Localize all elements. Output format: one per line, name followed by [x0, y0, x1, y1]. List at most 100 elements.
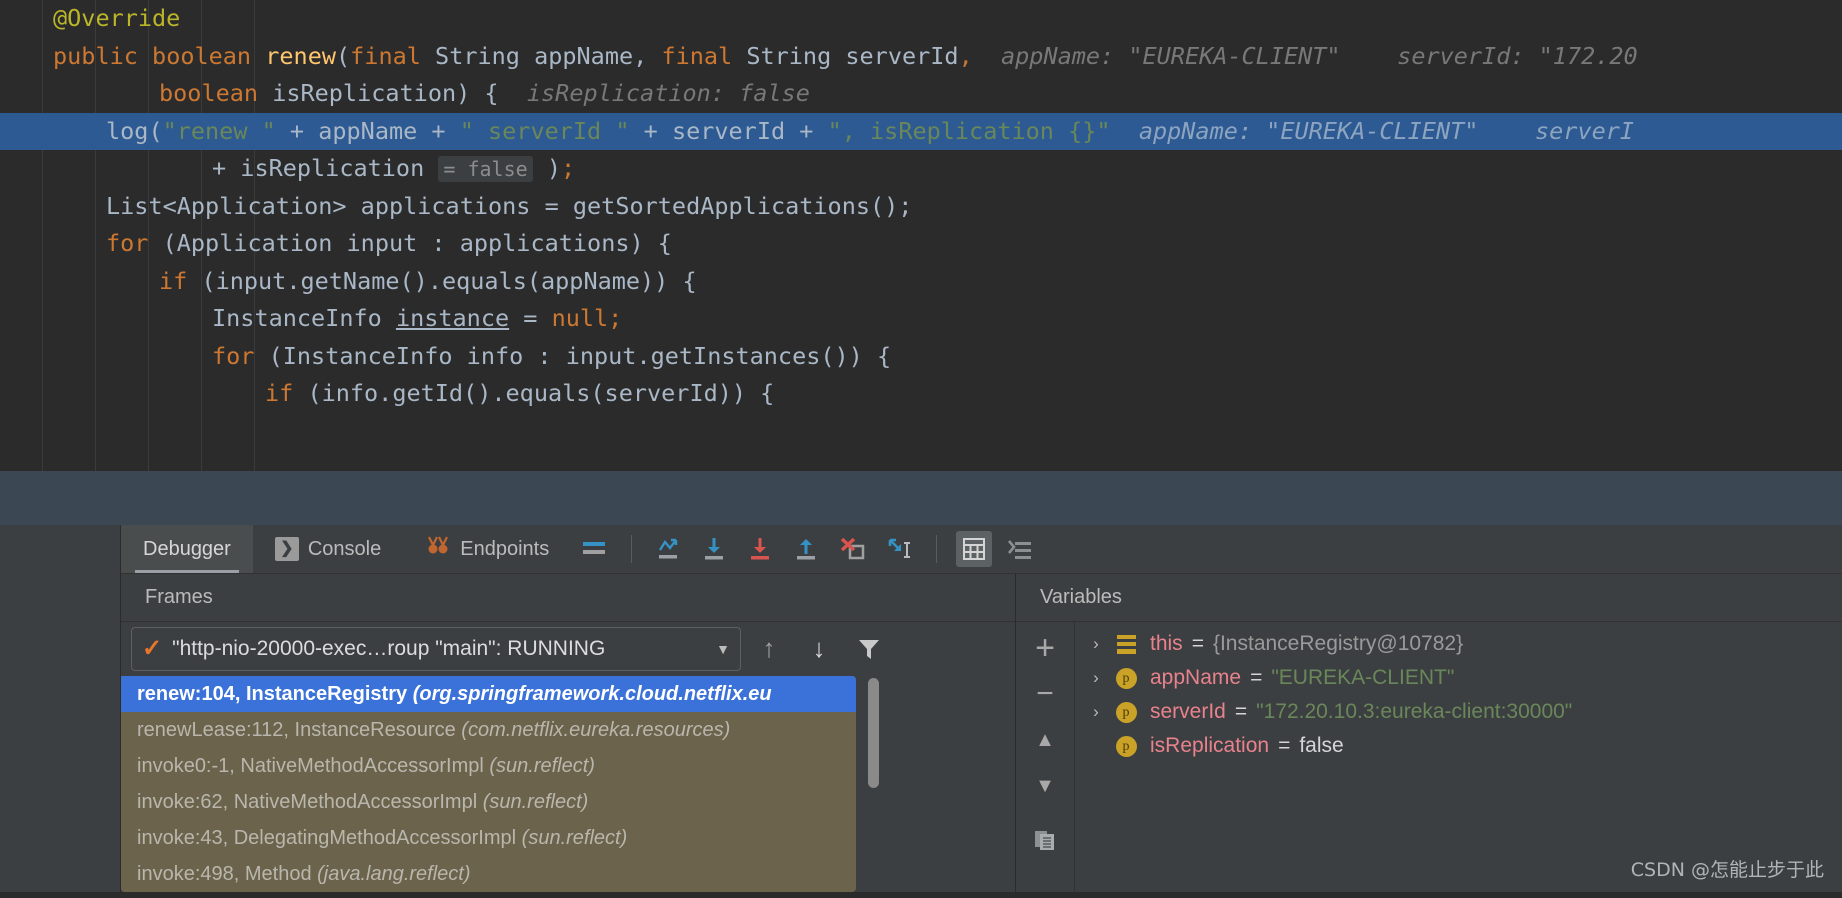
step-into-icon[interactable] — [697, 531, 733, 567]
console-icon: ❯ — [274, 537, 299, 561]
inline-parameter-hint: appName: "EUREKA-CLIENT" — [1110, 116, 1479, 145]
debugger-panel: Debugger ❯ Console Endpoints Frames Vari… — [0, 525, 1842, 892]
stack-frame-package: (sun.reflect) — [489, 755, 595, 777]
tab-console[interactable]: ❯ Console — [253, 525, 403, 573]
variable-name: serverId — [1150, 700, 1226, 723]
stack-frame-method: invoke0:-1, NativeMethodAccessorImpl — [137, 755, 490, 777]
line-applications: List<Application> applications = getSort… — [0, 188, 1842, 226]
frames-header: Frames — [121, 574, 1016, 622]
expand-chevron-icon[interactable]: › — [1081, 702, 1111, 722]
call-stack-scrollbar[interactable] — [868, 678, 879, 788]
variables-header: Variables — [1016, 574, 1842, 622]
line-log: log("renew " + appName + " serverId " + … — [0, 112, 1842, 150]
inline-parameter-hint: serverId: "172.20 — [1340, 41, 1638, 70]
expand-chevron-icon[interactable]: › — [1081, 634, 1111, 654]
stack-frame-package: (org.springframework.cloud.netflix.eu — [412, 683, 772, 705]
variable-equals: = — [1250, 666, 1263, 689]
stack-frame-method: invoke:43, DelegatingMethodAccessorImpl — [137, 827, 522, 849]
run-to-cursor-icon[interactable] — [881, 531, 917, 567]
inline-parameter-hint: appName: "EUREKA-CLIENT" — [972, 41, 1341, 70]
code-token: boolean — [159, 79, 259, 107]
variable-equals: = — [1191, 632, 1204, 655]
line-for-instanceinfo: for (InstanceInfo info : input.getInstan… — [0, 338, 1842, 376]
move-up-button[interactable]: ▲ — [1022, 717, 1068, 763]
debugger-settings-icon[interactable] — [1002, 531, 1038, 567]
code-lines: @Override public boolean renew(final Stri… — [0, 0, 1842, 413]
call-stack-rows: renew:104, InstanceRegistry (org.springf… — [121, 676, 856, 892]
layout-settings-icon[interactable] — [576, 531, 612, 567]
step-over-icon[interactable] — [651, 531, 687, 567]
expand-chevron-icon[interactable]: › — [1081, 668, 1111, 688]
code-token: instance — [395, 304, 510, 332]
variable-row[interactable]: p isReplication = false — [1075, 729, 1842, 763]
copy-value-button[interactable] — [1022, 817, 1068, 863]
toolbar-divider — [631, 535, 633, 563]
tab-debugger[interactable]: Debugger — [121, 525, 253, 573]
force-step-into-icon[interactable] — [743, 531, 779, 567]
variable-row[interactable]: › p appName = "EUREKA-CLIENT" — [1075, 661, 1842, 695]
code-token: ; — [560, 154, 576, 182]
stack-frame-row[interactable]: invoke:62, NativeMethodAccessorImpl (sun… — [121, 784, 856, 820]
code-token: "renew " — [162, 116, 276, 145]
stack-frame-method: renew:104, InstanceRegistry — [137, 683, 413, 705]
filter-funnel-icon[interactable] — [847, 627, 891, 671]
drop-frame-icon[interactable] — [835, 531, 871, 567]
code-editor[interactable]: @Override public boolean renew(final Stri… — [0, 0, 1842, 471]
step-out-icon[interactable] — [789, 531, 825, 567]
code-token: ( — [336, 41, 351, 70]
code-token: log( — [106, 116, 163, 145]
move-down-button[interactable]: ▼ — [1022, 763, 1068, 809]
param-icon: p — [1111, 667, 1141, 689]
code-token: boolean — [152, 41, 252, 70]
stack-frame-row[interactable]: invoke:498, Method (java.lang.reflect) — [121, 856, 856, 892]
stack-frame-row[interactable]: invoke:43, DelegatingMethodAccessorImpl … — [121, 820, 856, 856]
stack-frame-package: (java.lang.reflect) — [317, 863, 471, 885]
code-token: null — [551, 304, 609, 332]
line-override: @Override — [0, 0, 1842, 38]
param-icon: p — [1111, 735, 1141, 757]
param-icon: p — [1111, 701, 1141, 723]
stack-frame-row[interactable]: renewLease:112, InstanceResource (com.ne… — [121, 712, 856, 748]
frame-up-arrow-icon[interactable]: ↑ — [747, 627, 791, 671]
remove-watch-button[interactable]: − — [1022, 671, 1068, 717]
tab-endpoints[interactable]: Endpoints — [403, 525, 571, 573]
thread-running-check-icon: ✓ — [142, 634, 163, 662]
variable-value: "EUREKA-CLIENT" — [1271, 666, 1455, 689]
stack-frame-method: renewLease:112, InstanceResource — [137, 719, 462, 741]
endpoints-icon — [425, 534, 451, 564]
frame-down-arrow-icon[interactable]: ↓ — [797, 627, 841, 671]
stack-frame-package: (com.netflix.eureka.resources) — [461, 719, 731, 741]
code-token: , — [958, 41, 973, 70]
code-token: if — [265, 379, 294, 407]
code-token: final — [661, 41, 733, 70]
code-token: final — [350, 41, 421, 70]
line-if-getid: if (info.getId().equals(serverId)) { — [0, 375, 1842, 413]
line-log-cont: + isReplication = false ); — [0, 150, 1842, 188]
call-stack-list[interactable]: renew:104, InstanceRegistry (org.springf… — [121, 676, 1015, 892]
stack-frame-package: (sun.reflect) — [521, 827, 628, 849]
variable-row[interactable]: › p serverId = "172.20.10.3:eureka-client:30… — [1075, 695, 1842, 729]
add-watch-button[interactable]: + — [1022, 625, 1068, 671]
stack-frame-method: invoke:498, Method — [137, 863, 318, 885]
code-token: (InstanceInfo info : input.getInstances(… — [254, 341, 892, 370]
code-token: public — [53, 41, 138, 70]
panel-left-gutter — [0, 525, 121, 892]
toolbar-divider-2 — [936, 535, 938, 563]
stack-frame-row[interactable]: renew:104, InstanceRegistry (org.springf… — [121, 676, 856, 712]
variables-rail: + − ▲ ▼ — [1016, 621, 1075, 892]
stack-frame-package: (sun.reflect) — [482, 791, 589, 813]
code-token: (info.getId().equals(serverId)) { — [293, 379, 775, 407]
stack-frame-row[interactable]: invoke0:-1, NativeMethodAccessorImpl (su… — [121, 748, 856, 784]
line-for-application: for (Application input : applications) { — [0, 225, 1842, 263]
code-token: isReplication) { — [258, 79, 499, 107]
code-token: for — [212, 341, 255, 370]
code-token: + serverId + — [629, 116, 828, 145]
evaluate-expression-icon[interactable] — [956, 531, 993, 567]
tab-console-label: Console — [307, 537, 382, 560]
thread-dropdown[interactable]: ✓ "http-nio-20000-exec…roup "main": RUNN… — [131, 626, 741, 671]
code-token: (input.getName().equals(appName)) { — [187, 266, 697, 295]
inline-parameter-hint: serverI — [1478, 116, 1635, 145]
variables-title: Variables — [1040, 586, 1122, 608]
variable-row[interactable]: › this = {InstanceRegistry@10782} — [1075, 627, 1842, 661]
